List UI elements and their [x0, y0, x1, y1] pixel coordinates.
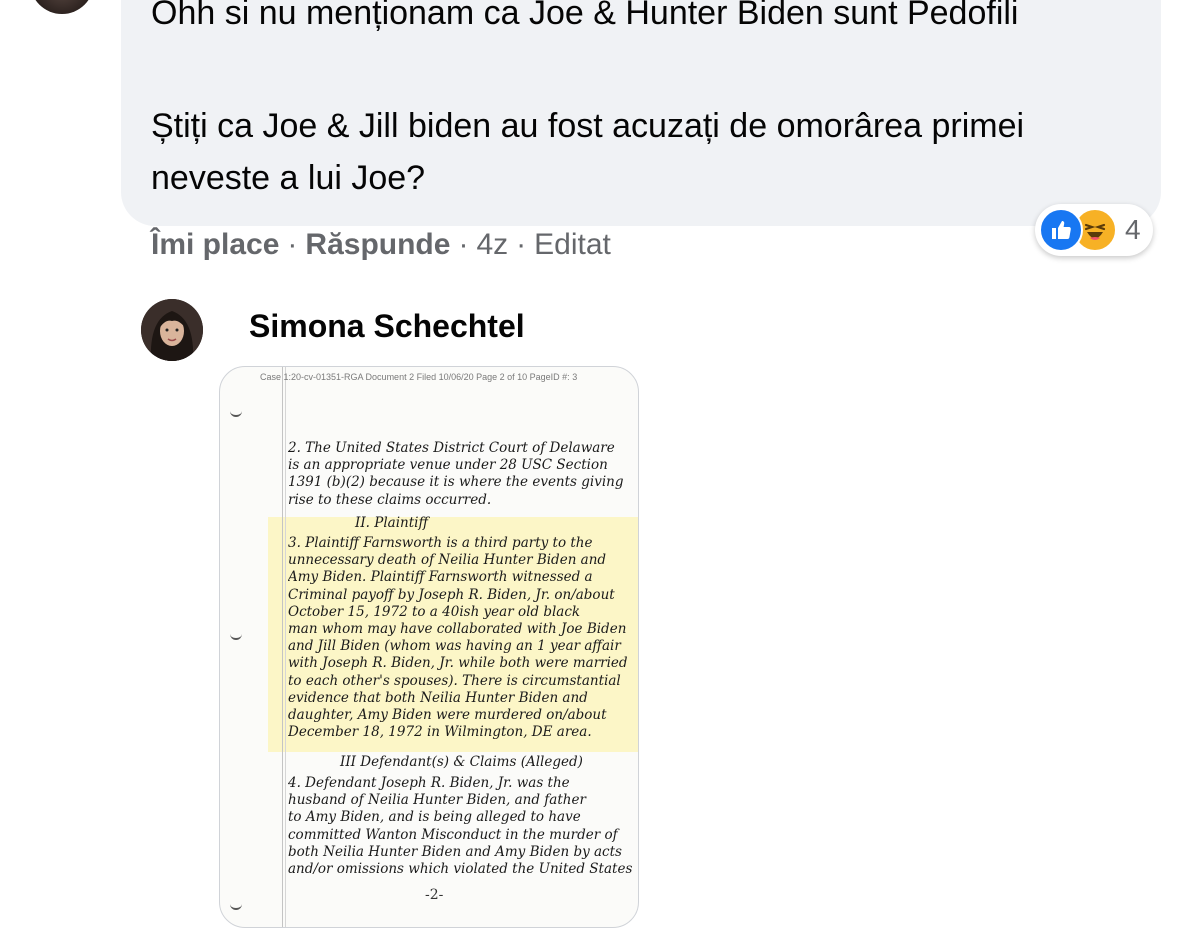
edited-link[interactable]: Editat: [534, 228, 611, 262]
handwritten-line: 4. Defendant Joseph R. Biden, Jr. was th…: [288, 775, 570, 791]
handwritten-line: 2. The United States District Court of D…: [288, 440, 615, 456]
handwritten-line: and/or omissions which violated the Unit…: [288, 861, 633, 878]
handwritten-line: committed Wanton Misconduct in the murde…: [288, 826, 618, 843]
handwritten-line: is an appropriate venue under 28 USC Sec…: [288, 457, 608, 474]
handwritten-line: 1391 (b)(2) because it is where the even…: [288, 474, 624, 491]
document-case-header: Case 1:20-cv-01351-RGA Document 2 Filed …: [260, 372, 578, 382]
like-link[interactable]: Îmi place: [151, 228, 279, 262]
margin-line: [285, 367, 286, 927]
attached-document-image[interactable]: Case 1:20-cv-01351-RGA Document 2 Filed …: [219, 366, 639, 928]
margin-line: [282, 367, 283, 927]
binder-hole: [230, 409, 242, 417]
separator-dot: ·: [458, 228, 469, 261]
reply-author-name[interactable]: Simona Schechtel: [249, 308, 525, 345]
handwritten-line: both Neilia Hunter Biden and Amy Biden b…: [288, 843, 622, 860]
section-heading: II. Plaintiff: [355, 515, 429, 531]
handwritten-line: December 18, 1972 in Wilmington, DE area…: [288, 724, 592, 741]
timestamp-link[interactable]: 4z: [476, 228, 508, 262]
reply-link[interactable]: Răspunde: [305, 228, 450, 262]
comment-actions: Îmi place · Răspunde · 4z · Editat: [151, 228, 611, 262]
comment-text-line1: Ohh si nu menționam ca Joe & Hunter Bide…: [151, 0, 1019, 32]
separator-dot: ·: [287, 228, 298, 261]
paragraph-4: 4. Defendant Joseph R. Biden, Jr. was th…: [288, 775, 633, 878]
handwritten-line: man whom may have collaborated with Joe …: [288, 621, 627, 638]
section-heading: III Defendant(s) & Claims (Alleged): [340, 754, 583, 770]
reply-author-avatar[interactable]: [141, 299, 203, 361]
comment-text-line2: Știți ca Joe & Jill biden au fost acuzaț…: [151, 107, 1025, 197]
handwritten-line: and Jill Biden (whom was having an 1 yea…: [288, 638, 621, 655]
handwritten-line: daughter, Amy Biden were murdered on/abo…: [288, 707, 607, 724]
page-number: -2-: [425, 887, 444, 903]
binder-hole: [230, 902, 242, 910]
separator-dot: ·: [516, 228, 527, 261]
handwritten-line: unnecessary death of Neilia Hunter Biden…: [288, 552, 607, 569]
reactions-summary[interactable]: 4: [1035, 204, 1153, 256]
handwritten-line: to Amy Biden, and is being alleged to ha…: [288, 809, 581, 826]
comment-bubble: Ohh si nu menționam ca Joe & Hunter Bide…: [121, 0, 1161, 226]
handwritten-line: Criminal payoff by Joseph R. Biden, Jr. …: [288, 586, 615, 603]
handwritten-line: rise to these claims occurred.: [288, 491, 492, 508]
reactions-count: 4: [1125, 214, 1141, 245]
handwritten-line: evidence that both Neilia Hunter Biden a…: [288, 689, 588, 706]
paragraph-3: 3. Plaintiff Farnsworth is a third party…: [288, 535, 633, 741]
like-icon: [1039, 208, 1083, 252]
handwritten-line: Amy Biden. Plaintiff Farnsworth witnesse…: [288, 569, 593, 586]
binder-hole: [230, 632, 242, 640]
paragraph-2: 2. The United States District Court of D…: [288, 440, 633, 509]
handwritten-line: 3. Plaintiff Farnsworth is a third party…: [288, 535, 593, 551]
commenter-avatar[interactable]: [30, 0, 94, 14]
handwritten-line: husband of Neilia Hunter Biden, and fath…: [288, 792, 586, 809]
handwritten-line: to each other's spouses). There is circu…: [288, 672, 621, 689]
handwritten-line: with Joseph R. Biden, Jr. while both wer…: [288, 655, 628, 672]
handwritten-line: October 15, 1972 to a 40ish year old bla…: [288, 603, 581, 620]
